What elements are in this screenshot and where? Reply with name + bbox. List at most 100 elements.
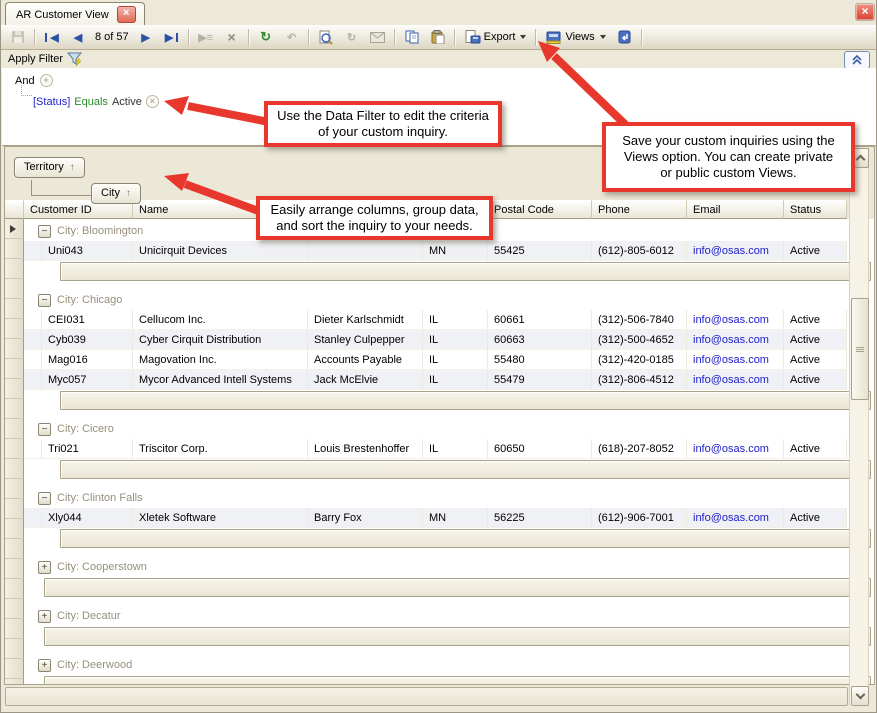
group-header-row[interactable]: +City: Decatur [24,606,874,626]
data-cell[interactable]: (312)-420-0185 [592,350,687,370]
collapse-icon[interactable]: − [38,225,51,238]
data-cell[interactable]: 60661 [488,310,592,330]
data-cell[interactable]: Active [784,310,847,330]
data-cell[interactable]: IL [423,310,488,330]
column-header[interactable]: Email [687,200,784,219]
data-cell[interactable]: 56225 [488,508,592,528]
data-cell[interactable]: info@osas.com [687,330,784,350]
export-button[interactable]: Export [460,27,532,47]
data-cell[interactable]: info@osas.com [687,370,784,390]
group-header-row[interactable]: +City: Cooperstown [24,557,874,577]
data-cell[interactable]: (618)-207-8052 [592,439,687,459]
data-cell[interactable]: Louis Brestenhoffer [308,439,423,459]
data-cell[interactable]: Magovation Inc. [133,350,308,370]
data-cell[interactable]: (312)-506-7840 [592,310,687,330]
data-cell[interactable]: info@osas.com [687,439,784,459]
import-view-button[interactable] [613,27,637,47]
row-selector[interactable] [5,619,24,639]
row-selector[interactable] [5,219,24,239]
data-cell[interactable]: IL [423,370,488,390]
expand-icon[interactable]: + [38,659,51,672]
data-cell[interactable]: 60650 [488,439,592,459]
first-record-button[interactable]: ◀ [40,27,64,47]
scroll-down-button[interactable] [851,686,869,706]
data-cell[interactable]: Accounts Payable [308,350,423,370]
previous-record-button[interactable]: ◀ [66,27,90,47]
data-cell[interactable]: (612)-805-6012 [592,241,687,261]
data-cell[interactable]: IL [423,330,488,350]
print-preview-button[interactable] [314,27,338,47]
data-cell[interactable]: Cyb039 [42,330,133,350]
data-cell[interactable]: Mycor Advanced Intell Systems [133,370,308,390]
data-cell[interactable]: MN [423,508,488,528]
filter-operator[interactable]: Equals [74,96,108,108]
row-selector[interactable] [5,239,24,259]
group-header-row[interactable]: +City: Deerwood [24,655,874,675]
data-cell[interactable]: Active [784,350,847,370]
refresh-button[interactable]: ↻ [254,27,278,47]
data-cell[interactable]: Active [784,330,847,350]
expand-icon[interactable]: + [38,610,51,623]
column-header[interactable]: Status [784,200,847,219]
data-cell[interactable]: Xletek Software [133,508,308,528]
data-cell[interactable]: Stanley Culpepper [308,330,423,350]
next-record-button[interactable]: ▶ [134,27,158,47]
data-cell[interactable]: Unicirquit Devices [133,241,308,261]
views-button[interactable]: Views [541,27,610,47]
table-row[interactable]: Cyb039Cyber Cirquit DistributionStanley … [24,330,874,350]
data-cell[interactable]: Cellucom Inc. [133,310,308,330]
filter-value[interactable]: Active [112,96,142,108]
data-cell[interactable]: Triscitor Corp. [133,439,308,459]
table-row[interactable]: CEI031Cellucom Inc.Dieter KarlschmidtIL6… [24,310,874,330]
data-cell[interactable]: 55480 [488,350,592,370]
row-selector[interactable] [5,339,24,359]
scrollbar-thumb[interactable] [851,298,869,400]
data-cell[interactable]: 55425 [488,241,592,261]
data-cell[interactable]: Myc057 [42,370,133,390]
paste-button[interactable] [426,27,450,47]
data-cell[interactable]: MN [423,241,488,261]
last-record-button[interactable]: ▶ [160,27,184,47]
collapse-icon[interactable]: − [38,423,51,436]
table-row[interactable]: Tri021Triscitor Corp.Louis Brestenhoffer… [24,439,874,459]
group-header-row[interactable]: −City: Cicero [24,419,874,439]
sort-ascending-icon[interactable]: ↑ [126,188,131,199]
data-cell[interactable]: Dieter Karlschmidt [308,310,423,330]
tab-close-icon[interactable]: × [117,6,136,23]
row-selector[interactable] [5,639,24,659]
window-close-button[interactable]: × [855,3,875,21]
copy-button[interactable] [400,27,424,47]
data-cell[interactable]: Cyber Cirquit Distribution [133,330,308,350]
row-selector[interactable] [5,319,24,339]
row-selector[interactable] [5,299,24,319]
group-button-city[interactable]: City ↑ [91,183,141,204]
data-cell[interactable]: info@osas.com [687,310,784,330]
data-cell[interactable]: IL [423,350,488,370]
table-row[interactable]: Myc057Mycor Advanced Intell SystemsJack … [24,370,874,390]
data-cell[interactable]: Active [784,370,847,390]
data-cell[interactable]: (612)-906-7001 [592,508,687,528]
data-cell[interactable]: Active [784,439,847,459]
group-header-row[interactable]: −City: Clinton Falls [24,488,874,508]
table-row[interactable]: Xly044Xletek SoftwareBarry FoxMN56225(61… [24,508,874,528]
data-cell[interactable]: info@osas.com [687,508,784,528]
row-selector[interactable] [5,519,24,539]
data-cell[interactable]: Tri021 [42,439,133,459]
row-selector[interactable] [5,659,24,679]
data-cell[interactable]: 60663 [488,330,592,350]
data-cell[interactable]: Uni043 [42,241,133,261]
remove-condition-icon[interactable]: × [146,95,159,108]
vertical-scrollbar[interactable] [849,148,869,706]
data-cell[interactable] [308,241,423,261]
collapse-icon[interactable]: − [38,294,51,307]
row-selector[interactable] [5,579,24,599]
add-condition-icon[interactable]: + [40,74,53,87]
row-selector[interactable] [5,679,24,684]
data-cell[interactable]: Xly044 [42,508,133,528]
expand-icon[interactable]: + [38,561,51,574]
data-cell[interactable]: Mag016 [42,350,133,370]
data-cell[interactable]: (312)-500-4652 [592,330,687,350]
row-selector[interactable] [5,399,24,419]
data-cell[interactable]: Active [784,508,847,528]
data-cell[interactable]: (312)-806-4512 [592,370,687,390]
